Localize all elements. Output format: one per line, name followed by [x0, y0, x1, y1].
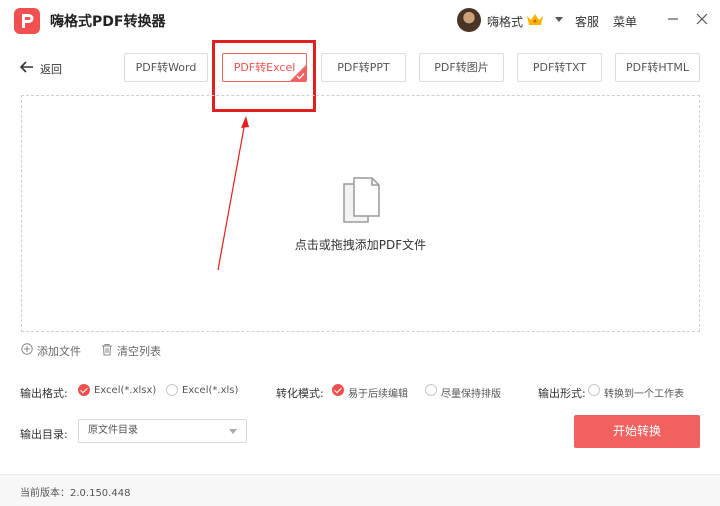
arrow-left-icon	[20, 61, 33, 73]
title-bar: 嗨格式PDF转换器 嗨格式 客服 菜单	[0, 0, 720, 42]
close-button[interactable]	[693, 10, 711, 28]
radio-format-xls[interactable]: Excel(*.xls)	[166, 384, 241, 398]
radio-checked-icon	[332, 384, 344, 396]
conversion-mode-label: 转化模式:	[276, 387, 324, 400]
status-bar: 当前版本：2.0.150.448	[0, 474, 720, 506]
clear-list-button[interactable]: 清空列表	[101, 342, 163, 358]
tab-label: PDF转TXT	[532, 61, 587, 74]
file-copy-icon	[343, 177, 380, 223]
trash-icon	[102, 344, 112, 356]
file-drop-area[interactable]: 点击或拖拽添加PDF文件	[21, 95, 700, 332]
add-file-button[interactable]: 添加文件	[21, 342, 83, 358]
start-convert-button[interactable]: 开始转换	[574, 415, 700, 448]
avatar[interactable]	[457, 8, 481, 32]
customer-service-link[interactable]: 客服	[575, 13, 599, 30]
radio-checked-icon	[78, 384, 90, 396]
add-file-label: 添加文件	[37, 345, 81, 358]
tab-label: PDF转PPT	[337, 61, 390, 74]
tab-pdf-to-word[interactable]: PDF转Word	[124, 53, 208, 82]
menu-link[interactable]: 菜单	[613, 13, 637, 30]
radio-mode-editable[interactable]: 易于后续编辑	[332, 384, 412, 400]
clear-list-label: 清空列表	[117, 345, 161, 358]
radio-label: 易于后续编辑	[348, 389, 408, 400]
radio-label: Excel(*.xls)	[182, 385, 239, 396]
radio-label: 尽量保持排版	[441, 389, 501, 400]
user-dropdown-arrow-icon[interactable]	[555, 17, 563, 22]
output-format-label: 输出格式:	[20, 387, 68, 400]
radio-mode-keep-layout[interactable]: 尽量保持排版	[425, 384, 505, 400]
back-button[interactable]: 返回	[20, 60, 64, 76]
tab-label: PDF转图片	[434, 61, 489, 74]
tab-pdf-to-image[interactable]: PDF转图片	[419, 53, 504, 82]
minimize-button[interactable]	[664, 10, 682, 28]
plus-circle-icon	[21, 343, 33, 355]
tab-label: PDF转Word	[135, 61, 197, 74]
tab-label: PDF转HTML	[625, 61, 690, 74]
radio-unchecked-icon	[166, 384, 178, 396]
version-text: 当前版本：2.0.150.448	[20, 488, 131, 499]
radio-format-xlsx[interactable]: Excel(*.xlsx)	[78, 384, 158, 398]
tab-pdf-to-txt[interactable]: PDF转TXT	[517, 53, 602, 82]
radio-label: 转换到一个工作表	[604, 389, 684, 400]
radio-unchecked-icon	[588, 384, 600, 396]
output-dir-select[interactable]: 原文件目录	[78, 419, 247, 443]
chevron-down-icon	[229, 429, 237, 434]
back-label: 返回	[40, 63, 62, 76]
app-logo-icon	[14, 8, 40, 34]
tab-pdf-to-ppt[interactable]: PDF转PPT	[321, 53, 406, 82]
output-form-label: 输出形式:	[538, 387, 586, 400]
crown-icon	[527, 14, 543, 25]
output-dir-value: 原文件目录	[88, 425, 138, 436]
tab-pdf-to-html[interactable]: PDF转HTML	[615, 53, 700, 82]
radio-single-sheet[interactable]: 转换到一个工作表	[588, 384, 688, 400]
radio-label: Excel(*.xlsx)	[94, 385, 157, 396]
username[interactable]: 嗨格式	[487, 13, 523, 30]
app-title: 嗨格式PDF转换器	[50, 14, 166, 30]
radio-unchecked-icon	[425, 384, 437, 396]
drop-hint: 点击或拖拽添加PDF文件	[294, 238, 427, 252]
output-dir-label: 输出目录:	[20, 428, 68, 441]
